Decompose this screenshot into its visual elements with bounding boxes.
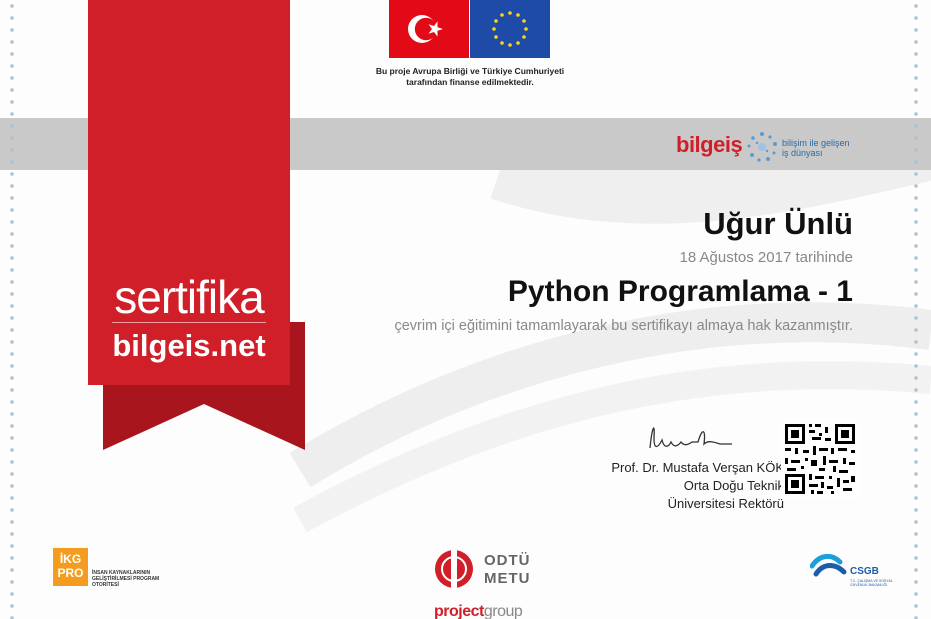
ribbon-website: bilgeis.net (112, 328, 266, 363)
csgb-logo: CSGB T.C. ÇALIŞMA VE SOSYAL GÜVENLİK BAK… (810, 550, 900, 596)
eu-flag (470, 0, 550, 58)
certificate-description: çevrim içi eğitimini tamamlayarak bu ser… (394, 318, 853, 334)
turkey-flag (389, 0, 469, 58)
bilgeis-logo: bilgeiş bilişim ile gelişen iş dünyası (676, 129, 856, 165)
funding-text: Bu proje Avrupa Birliği ve Türkiye Cumhu… (369, 66, 571, 88)
course-title: Python Programlama - 1 (507, 275, 853, 308)
group-word: group (483, 603, 523, 619)
metu-logo: ODTÜ METU (432, 548, 532, 590)
crescent-star-icon (408, 15, 443, 43)
ribbon-title: sertifika (114, 271, 264, 323)
signatory-name: Prof. Dr. Mustafa Verşan KÖK (611, 460, 784, 475)
ikg-badge-line-1: İKG (59, 552, 82, 566)
bilgeis-tagline: bilişim ile gelişen iş dünyası (782, 138, 850, 158)
qr-code[interactable] (781, 420, 859, 498)
ikg-badge: İKG PRO (53, 548, 88, 586)
bilgeis-wordmark: bilgeiş (676, 132, 743, 157)
metu-line-2: METU (484, 570, 531, 587)
ikg-text: İNSAN KAYNAKLARININ GELİŞTİRİLMESİ PROGR… (92, 570, 160, 588)
csgb-subtext: T.C. ÇALIŞMA VE SOSYAL GÜVENLİK BAKANLIĞ… (850, 579, 893, 587)
left-dotted-border (9, 0, 15, 619)
completion-date: 18 Ağustos 2017 tarihinde (679, 249, 853, 266)
projectgroup-logo: projectgroup (434, 603, 523, 619)
funding-line-1: Bu proje Avrupa Birliği ve Türkiye Cumhu… (375, 66, 565, 76)
csgb-text: CSGB (850, 566, 879, 577)
signature-image (649, 427, 732, 449)
metu-line-1: ODTÜ (484, 552, 531, 569)
project-word: project (434, 603, 484, 619)
eu-stars-icon (492, 11, 528, 47)
signatory-block: Prof. Dr. Mustafa Verşan KÖK Orta Doğu T… (560, 459, 784, 513)
ikg-pro-logo: İKG PRO İNSAN KAYNAKLARININ GELİŞTİRİLME… (53, 548, 163, 588)
bilgeis-tagline-2: iş dünyası (782, 148, 823, 158)
metu-emblem-icon (435, 550, 473, 588)
signatory-line-3: Üniversitesi Rektörü (667, 496, 784, 511)
funding-line-2: tarafından finanse edilmektedir. (406, 77, 534, 87)
ikg-badge-line-2: PRO (57, 566, 84, 580)
recipient-name: Uğur Ünlü (703, 206, 853, 241)
globe-dots-icon (747, 132, 777, 162)
qr-code-icon (785, 424, 855, 494)
funding-flags (389, 0, 551, 58)
bilgeis-tagline-1: bilişim ile gelişen (782, 138, 850, 148)
metu-text: ODTÜ METU (484, 552, 531, 588)
right-dotted-border (913, 0, 919, 619)
signatory-line-2: Orta Doğu Teknik (683, 478, 784, 493)
certificate-page: Bu proje Avrupa Birliği ve Türkiye Cumhu… (0, 0, 931, 619)
ribbon-divider (112, 322, 266, 323)
csgb-emblem-icon (810, 554, 847, 577)
